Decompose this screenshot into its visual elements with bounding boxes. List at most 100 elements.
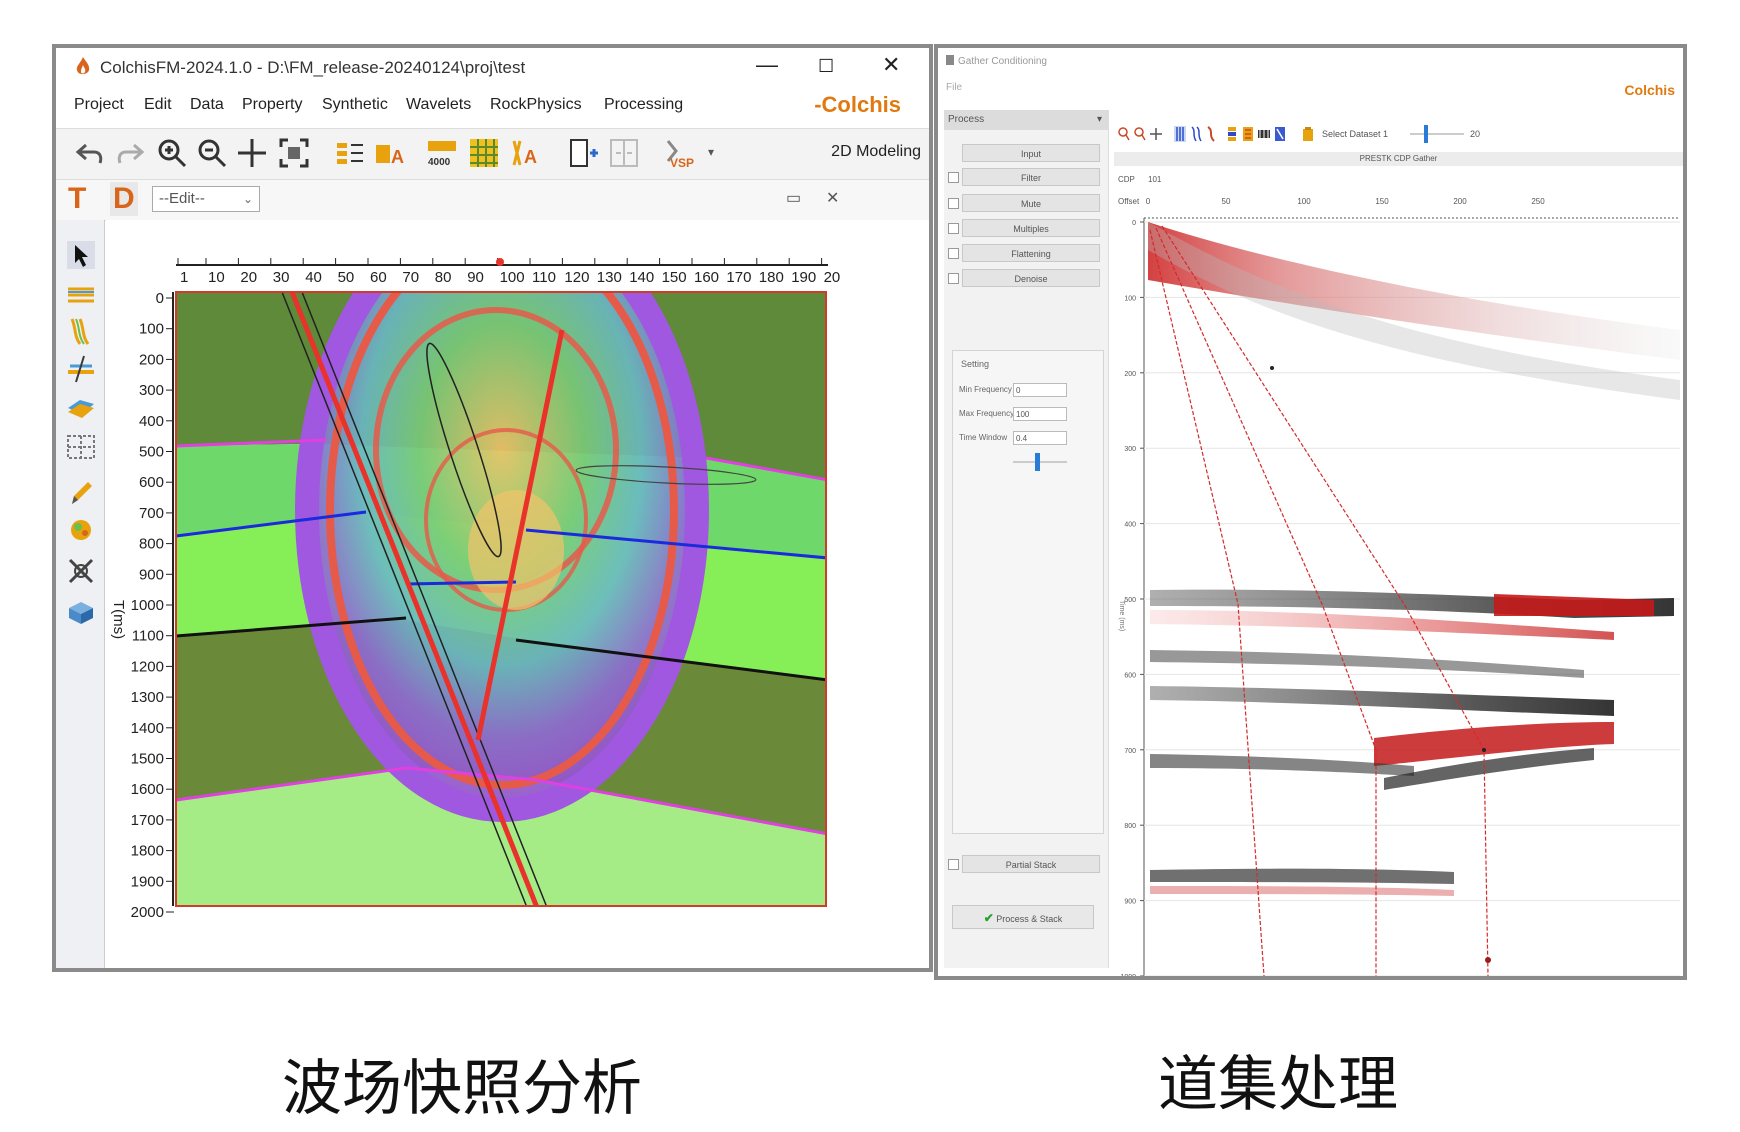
modeling-mode-label[interactable]: 2D Modeling [831,143,921,161]
setting-slider-track[interactable] [1013,461,1067,463]
zoom-out-icon[interactable] [196,137,228,169]
wavefield-snapshot-canvas[interactable]: 1 10 20 30 40 50 60 70 80 90 100 110 120 130 140 150 160… [106,220,929,968]
min-frequency-input[interactable]: 0 [1013,383,1067,397]
color-scale-icon[interactable] [1226,126,1238,142]
flattening-checkbox[interactable] [948,248,959,259]
menu-synthetic[interactable]: Synthetic [322,96,388,114]
close-icon[interactable]: ✕ [882,52,900,78]
zoom-in-icon[interactable] [156,137,188,169]
step-input-button[interactable]: Input [962,144,1100,162]
dataset-slider-thumb[interactable] [1424,125,1428,143]
x-tick-label: 1 [180,269,188,286]
process-panel-header[interactable]: Process ▾ [944,110,1108,130]
time-tick-label: 600 [1124,672,1136,679]
time-cursor-marker[interactable] [496,258,504,266]
wavefield-snapshot-plot[interactable]: 1 10 20 30 40 50 60 70 80 90 100 110 120 130 140 150 160… [106,220,932,972]
depth-domain-button[interactable]: D [110,182,138,216]
multiples-checkbox[interactable] [948,223,959,234]
partial-stack-checkbox[interactable] [948,859,959,870]
svg-text:4000: 4000 [428,157,451,168]
wiggle-display-icon[interactable] [1174,126,1186,142]
step-denoise-button[interactable]: Denoise [962,269,1100,287]
vsp-icon[interactable]: VSP [662,137,694,169]
variable-area-icon[interactable] [1206,126,1218,142]
crosshair-icon[interactable] [236,137,268,169]
crosshair-icon[interactable] [1150,126,1162,142]
menu-property[interactable]: Property [242,96,302,114]
cdp-value: 101 [1148,175,1162,184]
mute-checkbox[interactable] [948,198,959,209]
filter-checkbox[interactable] [948,172,959,183]
dataset-slider-track[interactable] [1410,133,1464,135]
pointer-icon[interactable] [66,240,96,270]
pencil-icon[interactable] [66,478,96,508]
layers-icon[interactable] [334,137,366,169]
split-panel-icon[interactable] [608,137,640,169]
transform-icon[interactable] [66,556,96,586]
pick-point-3[interactable] [1485,957,1491,963]
layer-attribute-icon[interactable]: A [374,137,406,169]
menu-rockphysics[interactable]: RockPhysics [490,96,582,114]
redo-icon[interactable] [114,137,146,169]
trace-display-icon[interactable] [1190,126,1202,142]
time-tick-label: 300 [1124,446,1136,453]
fault-tool-icon[interactable] [66,354,96,384]
cdp-gather-plot[interactable]: CDP 101 Offset 0 50 100 150 200 250 0 100 200 30… [1114,170,1680,976]
rock-attribute-icon[interactable]: A [510,137,542,169]
pick-point-1[interactable] [1270,366,1274,370]
denoise-checkbox[interactable] [948,273,959,284]
add-panel-icon[interactable] [568,137,600,169]
reflection-event-8 [1150,868,1454,884]
film-icon[interactable] [1258,126,1270,142]
menu-edit[interactable]: Edit [144,96,172,114]
menu-file[interactable]: File [946,82,962,93]
paint-bucket-icon[interactable] [66,514,96,544]
dataset-icon[interactable] [1302,126,1314,142]
partial-stack-button[interactable]: Partial Stack [962,855,1100,873]
y-tick-label: 600 [139,474,164,491]
block-3d-icon[interactable] [66,596,96,626]
maximize-pane-icon[interactable]: ▭ [786,188,801,208]
maximize-icon[interactable]: ☐ [818,56,834,77]
menu-data[interactable]: Data [190,96,224,114]
pick-icon[interactable] [1274,126,1286,142]
step-filter-button[interactable]: Filter [962,168,1100,186]
caption-gather-processing: 道集处理 [1158,1050,1398,1120]
menu-project[interactable]: Project [74,96,124,114]
x-tick-label: 110 [532,269,556,286]
minimize-icon[interactable]: — [756,52,778,78]
grid-view-icon[interactable] [66,432,96,462]
close-pane-icon[interactable]: ✕ [826,188,839,208]
process-stack-label: Process & Stack [996,914,1063,924]
y-tick-label: 1000 [131,597,164,614]
step-mute-button[interactable]: Mute [962,194,1100,212]
well-curves-icon[interactable] [66,316,96,346]
step-multiples-button[interactable]: Multiples [962,219,1100,237]
fit-view-icon[interactable] [278,137,310,169]
max-frequency-input[interactable]: 100 [1013,407,1067,421]
surface-3d-icon[interactable] [66,390,96,420]
window-title: ColchisFM-2024.1.0 - D:\FM_release-20240… [100,58,526,77]
undo-icon[interactable] [74,137,106,169]
process-stack-button[interactable]: ✔ Process & Stack [952,905,1094,929]
gather-plot-area[interactable]: CDP 101 Offset 0 50 100 150 200 250 0 100 200 30… [1114,170,1683,976]
zoom-in-icon[interactable] [1118,126,1130,142]
zoom-out-icon[interactable] [1134,126,1146,142]
setting-slider-thumb[interactable] [1035,453,1040,471]
menu-wavelets[interactable]: Wavelets [406,96,471,114]
offset-tick-label: 150 [1375,197,1389,206]
horizon-layers-icon[interactable] [66,280,96,310]
x-tick-label: 130 [597,269,622,286]
time-domain-button[interactable]: T [68,182,86,216]
menu-processing[interactable]: Processing [604,96,683,114]
vsp-dropdown-chevron-icon[interactable]: ▾ [708,145,714,159]
time-window-input[interactable]: 0.4 [1013,431,1067,445]
pick-point-2[interactable] [1482,748,1486,752]
velocity-4000-icon[interactable]: 4000 [426,137,458,169]
offset-tick-label: 250 [1531,197,1545,206]
time-window-label: Time Window [959,433,1008,442]
step-flattening-button[interactable]: Flattening [962,244,1100,262]
palette-icon[interactable] [1242,126,1254,142]
grid-property-icon[interactable] [468,137,500,169]
edit-mode-select[interactable]: --Edit-- ⌄ [152,186,260,212]
